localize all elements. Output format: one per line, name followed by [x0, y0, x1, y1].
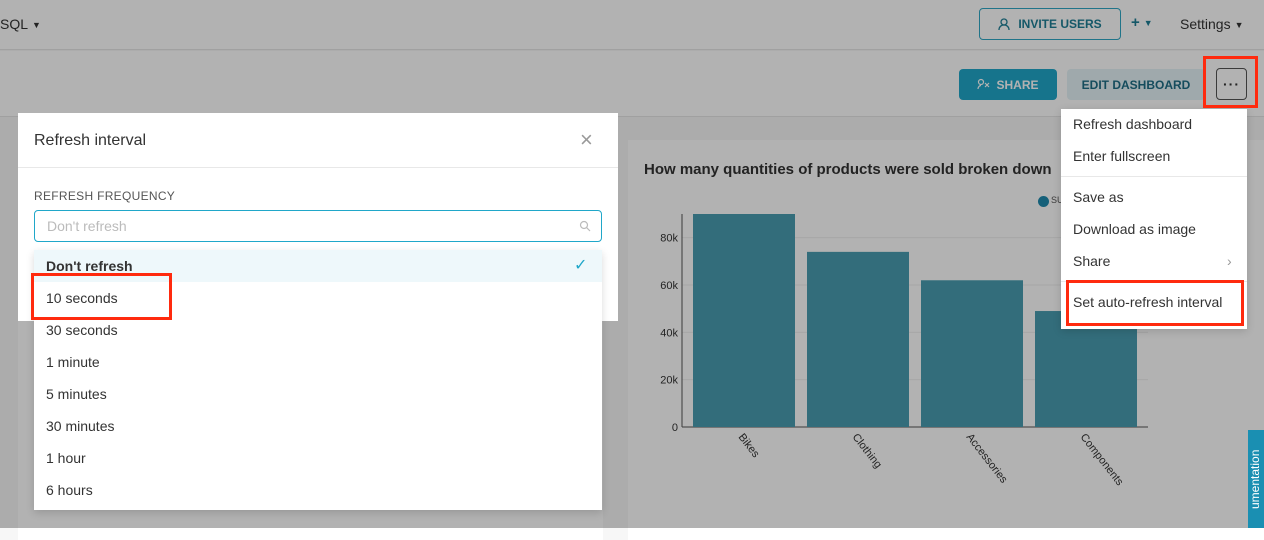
option-label: Don't refresh — [46, 258, 133, 274]
menu-save-as[interactable]: Save as — [1073, 183, 1124, 211]
highlight-auto-refresh — [1066, 280, 1244, 326]
checkmark-icon: ✓ — [574, 257, 588, 274]
menu-refresh-dashboard[interactable]: Refresh dashboard — [1073, 110, 1192, 138]
search-icon — [579, 220, 591, 232]
option-label: 5 minutes — [46, 386, 107, 402]
option-label: 1 hour — [46, 450, 86, 466]
menu-enter-fullscreen[interactable]: Enter fullscreen — [1073, 142, 1170, 170]
refresh-frequency-label: REFRESH FREQUENCY — [34, 189, 176, 203]
option-label: 30 minutes — [46, 418, 115, 434]
option-5-minutes[interactable]: 5 minutes — [34, 378, 602, 410]
highlight-10-seconds — [31, 273, 172, 320]
option-6-hours[interactable]: 6 hours — [34, 474, 602, 506]
highlight-more-button — [1203, 56, 1258, 108]
option-label: 1 minute — [46, 354, 100, 370]
option-30-minutes[interactable]: 30 minutes — [34, 410, 602, 442]
close-icon[interactable]: × — [580, 129, 593, 151]
menu-share[interactable]: Share — [1073, 247, 1110, 275]
documentation-tab[interactable]: umentation — [1248, 430, 1264, 528]
menu-download-image[interactable]: Download as image — [1073, 215, 1196, 243]
modal-header: Refresh interval × — [18, 113, 618, 168]
modal-title: Refresh interval — [34, 132, 147, 149]
menu-divider — [1061, 176, 1247, 177]
option-label: 30 seconds — [46, 322, 118, 338]
option-1-minute[interactable]: 1 minute — [34, 346, 602, 378]
refresh-frequency-select[interactable] — [34, 210, 602, 242]
option-1-hour[interactable]: 1 hour — [34, 442, 602, 474]
chevron-right-icon: › — [1227, 253, 1232, 269]
option-label: 6 hours — [46, 482, 93, 498]
refresh-frequency-input[interactable] — [47, 217, 567, 235]
